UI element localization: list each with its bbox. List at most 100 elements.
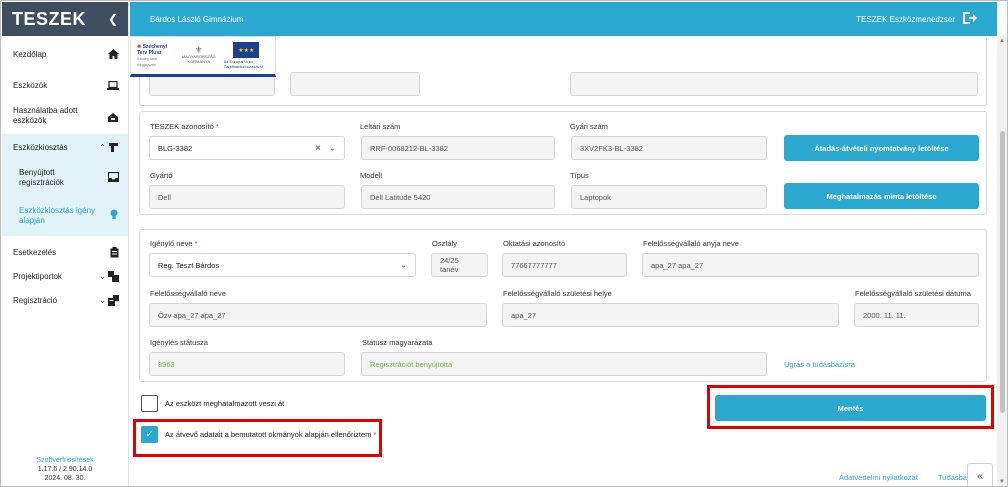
guardian-mother-name-field: apa_27 apa_27 — [642, 253, 979, 277]
inventory-number-label: Leltári szám — [360, 122, 401, 131]
request-status-label: Igénylés státusza — [150, 338, 208, 347]
chevron-up-icon: ⌃ — [99, 142, 106, 152]
laptop-icon — [107, 80, 119, 90]
double-chevron-left-icon[interactable]: « — [967, 463, 993, 486]
sidebar-item-label: Regisztráció — [13, 295, 58, 305]
required-asterisk: * — [215, 122, 219, 131]
sidebar-item-registration[interactable]: Regisztráció ⌄ — [2, 288, 128, 312]
sidebar-item-label: Eszközkiosztás — [13, 142, 68, 152]
download-handover-form-button[interactable]: Átadás-átvételi nyomtatvány letöltése — [784, 135, 979, 161]
software-updates-link[interactable]: Szoftverfrissítések — [2, 456, 128, 465]
app-name: TESZEK Eszközmenedzser — [856, 14, 955, 24]
type-field: Laptopok — [571, 185, 767, 209]
sidebar-item-devices[interactable]: Eszközök — [2, 72, 128, 98]
serial-number-label: Gyári szám — [570, 122, 608, 131]
select-controls: ✕ ⌄ — [315, 144, 336, 153]
request-status-field: 8963 — [149, 352, 345, 376]
sidebar-item-label: Benyújtott regisztrációk — [19, 168, 64, 187]
scroll-up-icon[interactable]: ▲ — [999, 38, 1005, 44]
clipboard-icon — [110, 246, 119, 258]
funding-logo-strip: ❋ Széchenyi Terv Plusz Szöveg alatti meg… — [130, 36, 276, 77]
chevron-down-icon[interactable]: ⌄ — [400, 261, 407, 270]
app-header-right: TESZEK Eszközmenedzser — [856, 11, 977, 27]
inventory-number-field: RRF-0068212-BL-3382 — [361, 136, 555, 160]
eu-flag-icon: ★★★ — [233, 42, 260, 58]
szechenyi-logo: ❋ Széchenyi Terv Plusz Szöveg alatti meg… — [137, 43, 168, 67]
education-id-field: 77667777777 — [502, 253, 627, 277]
required-asterisk: * — [194, 239, 198, 248]
sidebar-item-request-based-distribution[interactable]: Eszközkiosztás igény alapján — [2, 196, 128, 236]
class-label: Osztály — [432, 239, 458, 248]
device-id-select[interactable]: BLG-3382 ✕ ⌄ — [149, 136, 345, 160]
sidebar: TESZEK ❮ Kezdőlap Eszközök Használatba a… — [2, 2, 129, 486]
chevron-down-icon: ⌄ — [99, 271, 106, 281]
sidebar-item-case-handling[interactable]: Esetkezelés — [2, 240, 128, 264]
model-label: Modell — [360, 171, 383, 180]
device-panel: TESZEK azonosító * BLG-3382 ✕ ⌄ Leltári s… — [139, 111, 987, 215]
checkmark-icon: ✓ — [145, 429, 154, 439]
sidebar-item-label: Eszközkiosztás igény alapján — [19, 206, 96, 225]
guardian-name-label: Felelősségvállaló neve — [150, 289, 226, 298]
manufacturer-label: Gyártó — [150, 171, 173, 180]
release-date: 2024. 08. 30. — [44, 475, 86, 482]
sidebar-item-label: Eszközök — [13, 80, 48, 90]
guardian-birthdate-label: Felelősségvállaló születési dátuma — [855, 289, 971, 298]
documents-verified-checkbox-row[interactable]: ✓ Az átvevő adatait a bemutatott okmányo… — [141, 426, 376, 443]
app-frame: TESZEK ❮ Kezdőlap Eszközök Használatba a… — [0, 0, 1008, 487]
sidebar-item-label: Projektiportok — [13, 271, 62, 281]
required-asterisk: * — [373, 430, 377, 439]
bulb-icon — [109, 209, 119, 223]
scroll-down-icon[interactable]: ▼ — [999, 479, 1005, 485]
device-id-value: BLG-3382 — [158, 143, 193, 153]
guardian-name-field: Özv apa_27 apa_27 — [149, 303, 487, 327]
brand-name: TESZEK — [12, 8, 87, 29]
knowledge-base-link[interactable]: Ugrás a tudásbázisra — [784, 360, 855, 369]
authorized-pickup-checkbox-row[interactable]: Az eszközt meghatalmazott veszi át — [141, 395, 284, 412]
knowledge-base-footer-link[interactable]: Tudásbá — [938, 473, 967, 482]
scrollbar-thumb[interactable] — [1000, 131, 1005, 413]
portal-icon — [108, 270, 119, 282]
chevron-left-icon[interactable]: ❮ — [108, 12, 118, 26]
handover-icon — [107, 111, 119, 122]
sidebar-item-icons: ⌃ — [99, 142, 119, 153]
inbox-icon — [107, 171, 120, 185]
guardian-birthplace-label: Felelősségvállaló születési helye — [503, 289, 612, 298]
status-reason-field: Regisztrációt benyújtotta — [361, 352, 767, 376]
sidebar-item-icons: ⌄ — [99, 294, 119, 306]
authorized-pickup-label: Az eszközt meghatalmazott veszi át — [165, 399, 285, 408]
guardian-birthdate-field: 2000. 11. 11. — [854, 303, 979, 327]
guardian-birthplace-field: apa_27 — [502, 303, 839, 327]
sidebar-item-icons: ⌄ — [99, 270, 119, 282]
previous-field-3 — [570, 72, 978, 96]
home-icon — [108, 49, 119, 59]
authorized-pickup-checkbox[interactable] — [141, 395, 158, 412]
applicant-name-select[interactable]: Reg. Teszt Bárdos ⌄ — [149, 253, 416, 277]
download-authorization-template-button[interactable]: Meghatalmazás minta letöltése — [784, 183, 979, 209]
type-label: Típus — [570, 171, 589, 180]
sidebar-item-project-portals[interactable]: Projektiportok ⌄ — [2, 264, 128, 288]
manufacturer-field: Dell — [149, 185, 345, 209]
sidebar-item-label: Kezdőlap — [13, 49, 47, 59]
logout-icon[interactable] — [963, 11, 977, 27]
chevron-down-icon[interactable]: ⌄ — [329, 144, 336, 153]
sidebar-item-assigned-devices[interactable]: Használatba adott eszközök — [2, 98, 128, 134]
version-text: 1.17.6 / 2.90.14.0 — [37, 466, 93, 473]
serial-number-field: 3XV2FK3-BL-3382 — [571, 136, 767, 160]
school-name: Bárdos László Gimnázium — [150, 14, 244, 24]
request-panel: Igénylő neve * Reg. Teszt Bárdos ⌄ Osztá… — [139, 229, 987, 382]
privacy-policy-link[interactable]: Adatvédelmi nyilatkozat — [839, 473, 918, 482]
sidebar-item-distribution[interactable]: Eszközkiosztás ⌃ — [2, 134, 128, 160]
vertical-scrollbar[interactable]: ▲ ▼ — [997, 36, 1007, 486]
sidebar-item-home[interactable]: Kezdőlap — [2, 36, 128, 72]
sidebar-item-submitted-registrations[interactable]: Benyújtott regisztrációk — [2, 160, 128, 196]
status-reason-label: Státusz magyarázata — [362, 338, 433, 347]
government-logo: ⚜ MAGYARORSZÁG KORMÁNYA — [181, 44, 216, 64]
clear-icon[interactable]: ✕ — [315, 144, 322, 153]
save-button[interactable]: Mentés — [715, 395, 986, 421]
chevron-down-icon: ⌄ — [99, 295, 106, 305]
documents-verified-checkbox[interactable]: ✓ — [141, 426, 158, 443]
class-field: 24/25 tanév — [431, 253, 488, 277]
eu-logo: ★★★ Az Európai Unió Társfinanszírozásáva… — [224, 42, 269, 69]
sidebar-item-label: Használatba adott eszközök — [13, 106, 78, 125]
sidebar-nav: Kezdőlap Eszközök Használatba adott eszk… — [2, 36, 128, 312]
